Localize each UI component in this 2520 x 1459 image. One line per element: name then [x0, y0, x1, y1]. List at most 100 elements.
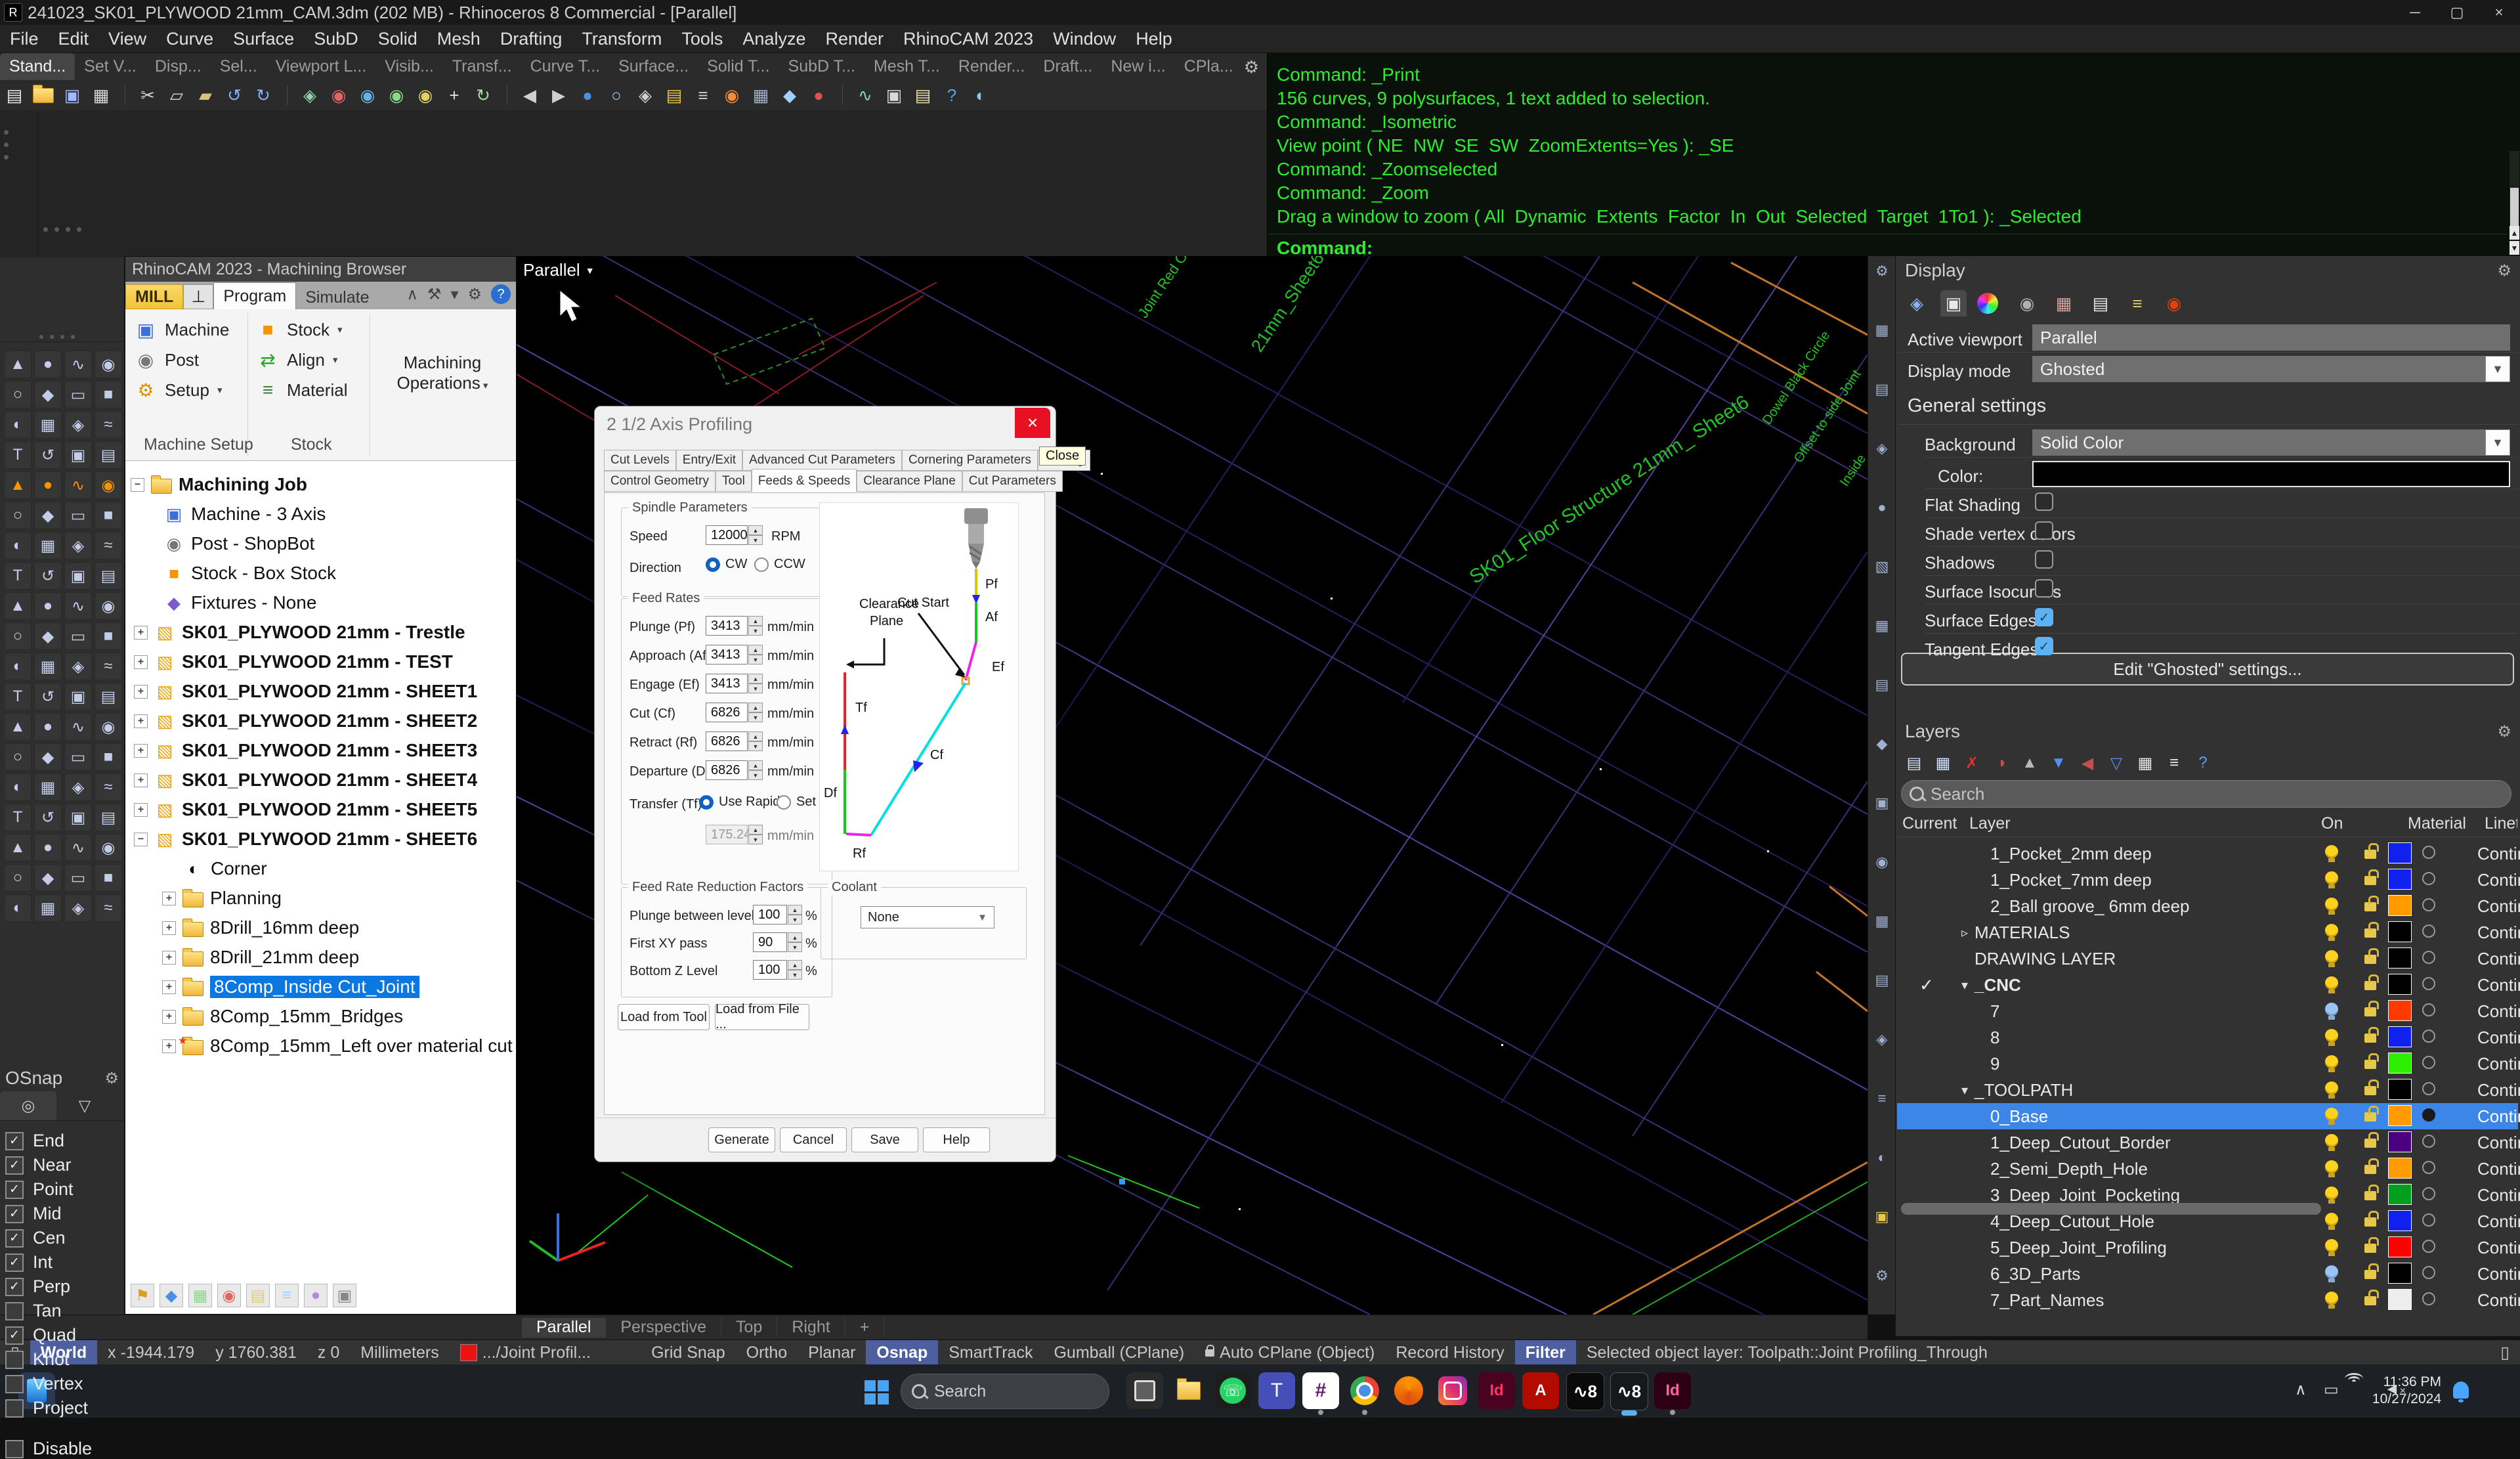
layer-lock-icon[interactable] — [2364, 981, 2376, 990]
layer-color-swatch[interactable] — [2388, 1236, 2412, 1257]
tool-cone[interactable]: ◉ — [95, 592, 122, 620]
tool-sweep1[interactable]: ◈ — [64, 653, 92, 680]
tree-item-fixtures-none[interactable]: ◆Fixtures - None — [125, 589, 316, 617]
osnap-mid[interactable]: ✓Mid — [5, 1204, 62, 1224]
layer-linetype[interactable]: Continuous — [2477, 923, 2520, 943]
new-sublayer-icon[interactable]: ▦ — [1931, 751, 1955, 775]
status-toggle-gumball-cplane[interactable]: Gumball (CPlane) — [1043, 1340, 1195, 1365]
zoom-out-icon[interactable]: ◉ — [411, 82, 440, 108]
layer-material-icon[interactable] — [2422, 1240, 2435, 1253]
paste-tool-icon[interactable]: ▰ — [191, 82, 220, 108]
osnap-int[interactable]: ✓Int — [5, 1252, 53, 1273]
layer-linetype[interactable]: Continuous — [2477, 1080, 2520, 1100]
tool-select[interactable]: ▲ — [4, 351, 32, 378]
status-toggle-ortho[interactable]: Ortho — [736, 1340, 798, 1365]
viewport-tab-perspective[interactable]: Perspective — [606, 1318, 721, 1338]
layer-material-icon[interactable] — [2422, 1213, 2435, 1227]
zoom-in-icon[interactable]: ◉ — [382, 82, 411, 108]
columns-icon[interactable]: ▦ — [2133, 751, 2157, 775]
layer-linetype[interactable]: Continuous — [2477, 1106, 2520, 1127]
tool-blend-surface[interactable]: ◉ — [95, 713, 122, 741]
transfer-set[interactable]: Set — [777, 795, 816, 810]
layer-material-icon[interactable] — [2422, 1108, 2435, 1121]
tree-item-8comp-inside-cut-joint[interactable]: +8Comp_Inside Cut_Joint — [125, 973, 419, 1001]
osnap-knot[interactable]: Knot — [5, 1349, 70, 1370]
tree-item-machining-job[interactable]: −Machining Job — [125, 471, 307, 498]
background-value[interactable]: Solid Color — [2032, 429, 2510, 456]
column-current[interactable]: Current — [1902, 814, 1957, 833]
toolbar-tab-mesh-t[interactable]: Mesh T... — [865, 53, 949, 80]
dialog-tab-entry-exit[interactable]: Entry/Exit — [676, 450, 742, 471]
teams-icon[interactable]: T — [1258, 1372, 1295, 1409]
cut-cf-spinner[interactable]: ▲▼ — [748, 703, 763, 722]
menu-window[interactable]: Window — [1043, 29, 1126, 49]
toolbar-tab-surface[interactable]: Surface... — [609, 53, 698, 80]
layer-color-swatch[interactable] — [2388, 842, 2412, 863]
layer-linetype[interactable]: Continuous — [2477, 949, 2520, 969]
layer-color-swatch[interactable] — [2388, 1079, 2412, 1100]
tool-contour[interactable]: ○ — [4, 864, 32, 892]
osnap-perp[interactable]: ✓Perp — [5, 1276, 70, 1297]
menu-file[interactable]: File — [0, 29, 49, 49]
dock-tab-icon[interactable]: ▣ — [1872, 1207, 1892, 1227]
rhino-icon[interactable]: ∿8 — [1566, 1372, 1604, 1410]
layer-row-toolpath[interactable]: ▾_TOOLPATHContinuous — [1897, 1077, 2518, 1103]
layer-linetype[interactable]: Continuous — [2477, 1054, 2520, 1074]
layer-linetype[interactable]: Continuous — [2477, 1133, 2520, 1153]
dock-tab-icon[interactable]: ▦ — [1872, 616, 1892, 636]
layer-visibility-bulb[interactable] — [2325, 1134, 2338, 1147]
plunge-between-levels-spinner[interactable]: ▲▼ — [788, 905, 802, 925]
layer-visibility-bulb[interactable] — [2325, 924, 2338, 937]
layer-lock-icon[interactable] — [2364, 955, 2376, 964]
layer-material-icon[interactable] — [2422, 1056, 2435, 1069]
dialog-tab-feeds-speeds[interactable]: Feeds & Speeds — [752, 469, 857, 492]
layer-color-swatch[interactable] — [2388, 1184, 2412, 1205]
approach-af-input[interactable]: 3413 — [706, 645, 748, 664]
layer-linetype[interactable]: Continuous — [2477, 1159, 2520, 1179]
dock-tab-icon[interactable]: ▤ — [1872, 675, 1892, 695]
menu-transform[interactable]: Transform — [572, 29, 672, 49]
dock-tab-icon[interactable]: ● — [1872, 498, 1892, 517]
tool-patch[interactable]: ↺ — [34, 683, 62, 710]
tools-library-icon[interactable]: ◆ — [160, 1284, 183, 1307]
collapse-icon[interactable]: ∧ — [406, 285, 418, 304]
minimize-button[interactable]: ─ — [2394, 0, 2436, 25]
tool-project[interactable]: ◆ — [34, 864, 62, 892]
maximize-button[interactable]: ▢ — [2436, 0, 2478, 25]
tool-torus[interactable]: ▣ — [64, 441, 92, 469]
dialog-tab-tool[interactable]: Tool — [715, 471, 752, 492]
tool-circle[interactable]: ○ — [4, 381, 32, 408]
engage-ef-input[interactable]: 3413 — [706, 674, 748, 693]
tool-mirror[interactable]: ■ — [95, 743, 122, 771]
menu-drafting[interactable]: Drafting — [490, 29, 572, 49]
indesign-2-icon[interactable]: Id — [1654, 1372, 1691, 1409]
notification-bell-icon[interactable] — [2453, 1382, 2469, 1399]
tree-expander[interactable]: + — [134, 773, 148, 787]
engage-ef-spinner[interactable]: ▲▼ — [748, 674, 763, 693]
layer-linetype[interactable]: Continuous — [2477, 1290, 2520, 1311]
shade-vertex-colors-checkbox[interactable] — [2035, 521, 2053, 540]
menu-render[interactable]: Render — [815, 29, 893, 49]
layer-material-icon[interactable] — [2422, 1003, 2435, 1016]
tool-pipe[interactable]: ■ — [95, 622, 122, 650]
layer-search-input[interactable]: Search — [1901, 780, 2511, 808]
viewport-tab-top[interactable]: Top — [721, 1318, 777, 1338]
menu-subd[interactable]: SubD — [304, 29, 368, 49]
save-file-icon[interactable]: ▣ — [58, 82, 87, 108]
layers-help-icon[interactable]: ? — [2191, 751, 2215, 775]
dialog-tab-clearance-plane[interactable]: Clearance Plane — [857, 471, 962, 492]
tree-item-sk01-plywood-21mm-sheet4[interactable]: +▧SK01_PLYWOOD 21mm - SHEET4 — [125, 766, 477, 794]
layer-row-materials[interactable]: ▹MATERIALSContinuous — [1897, 919, 2518, 946]
menu-mesh[interactable]: Mesh — [427, 29, 490, 49]
tool-control-point-curve[interactable]: ∿ — [64, 351, 92, 378]
redo-icon[interactable]: ↻ — [249, 82, 278, 108]
generate-button[interactable]: Generate — [708, 1127, 775, 1152]
layer-color-swatch[interactable] — [2388, 1263, 2412, 1284]
chrome-icon[interactable] — [1346, 1372, 1383, 1409]
layer-lock-icon[interactable] — [2364, 1165, 2376, 1174]
tool-gumball[interactable]: ▦ — [34, 773, 62, 801]
layer-visibility-bulb[interactable] — [2325, 871, 2338, 884]
toolbar-tab-new-i[interactable]: New i... — [1101, 53, 1174, 80]
tool-arc[interactable]: ▭ — [64, 381, 92, 408]
tool-continue-curve[interactable]: ■ — [95, 502, 122, 529]
